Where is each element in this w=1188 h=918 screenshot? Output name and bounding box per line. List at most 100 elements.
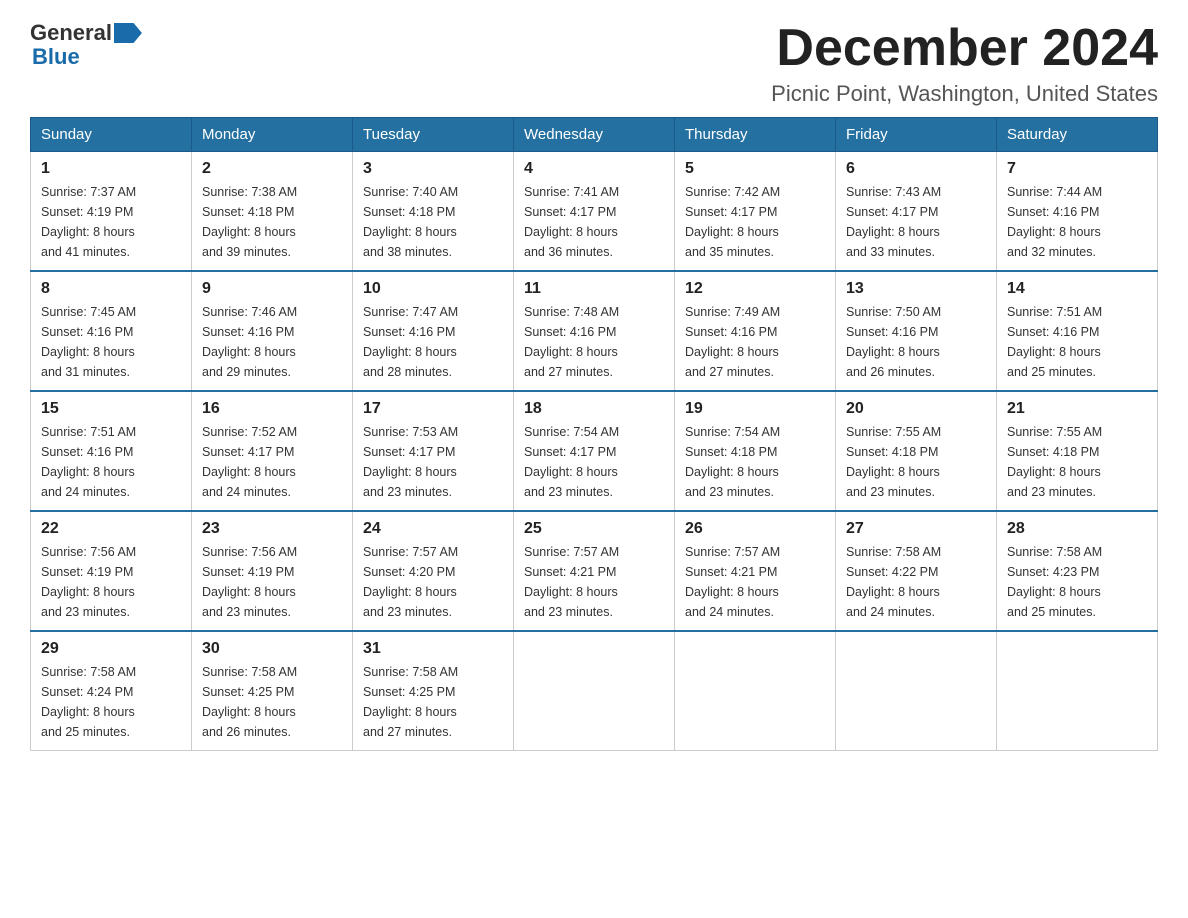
header-tuesday: Tuesday	[353, 118, 514, 152]
day-number: 11	[524, 280, 664, 298]
calendar-header-row: Sunday Monday Tuesday Wednesday Thursday…	[31, 118, 1158, 152]
logo-text: General	[30, 20, 144, 46]
day-number: 25	[524, 520, 664, 538]
table-row: 3 Sunrise: 7:40 AMSunset: 4:18 PMDaylight…	[353, 152, 514, 272]
day-info: Sunrise: 7:47 AMSunset: 4:16 PMDaylight:…	[363, 302, 503, 382]
table-row: 4Sunrise: 7:41 AMSunset: 4:17 PMDaylight…	[514, 152, 675, 272]
day-info: Sunrise: 7:56 AMSunset: 4:19 PMDaylight:…	[202, 542, 342, 622]
day-info: Sunrise: 7:46 AMSunset: 4:16 PMDaylight:…	[202, 302, 342, 382]
day-number: 24	[363, 520, 503, 538]
table-row: 13Sunrise: 7:50 AMSunset: 4:16 PMDayligh…	[836, 271, 997, 391]
table-row: 18Sunrise: 7:54 AMSunset: 4:17 PMDayligh…	[514, 391, 675, 511]
day-info: Sunrise: 7:58 AMSunset: 4:23 PMDaylight:…	[1007, 542, 1147, 622]
day-number: 2	[202, 160, 342, 178]
calendar-week-row: 1Sunrise: 7:37 AMSunset: 4:19 PMDaylight…	[31, 152, 1158, 272]
day-number: 26	[685, 520, 825, 538]
header-thursday: Thursday	[675, 118, 836, 152]
header-monday: Monday	[192, 118, 353, 152]
calendar-week-row: 8Sunrise: 7:45 AMSunset: 4:16 PMDaylight…	[31, 271, 1158, 391]
table-row: 31 Sunrise: 7:58 AMSunset: 4:25 PMDayligh…	[353, 631, 514, 751]
day-number: 7	[1007, 160, 1147, 178]
day-info: Sunrise: 7:38 AMSunset: 4:18 PMDaylight:…	[202, 182, 342, 262]
calendar-week-row: 22 Sunrise: 7:56 AMSunset: 4:19 PMDayligh…	[31, 511, 1158, 631]
day-number: 13	[846, 280, 986, 298]
header-sunday: Sunday	[31, 118, 192, 152]
day-info: Sunrise: 7:55 AMSunset: 4:18 PMDaylight:…	[846, 422, 986, 502]
day-info: Sunrise: 7:40 AMSunset: 4:18 PMDaylight:…	[363, 182, 503, 262]
table-row: 17 Sunrise: 7:53 AMSunset: 4:17 PMDayligh…	[353, 391, 514, 511]
day-info: Sunrise: 7:51 AMSunset: 4:16 PMDaylight:…	[1007, 302, 1147, 382]
logo: General Blue	[30, 20, 144, 70]
day-info: Sunrise: 7:53 AMSunset: 4:17 PMDaylight:…	[363, 422, 503, 502]
table-row: 26 Sunrise: 7:57 AMSunset: 4:21 PMDayligh…	[675, 511, 836, 631]
day-number: 30	[202, 640, 342, 658]
day-number: 18	[524, 400, 664, 418]
calendar-week-row: 29Sunrise: 7:58 AMSunset: 4:24 PMDayligh…	[31, 631, 1158, 751]
header-wednesday: Wednesday	[514, 118, 675, 152]
day-info: Sunrise: 7:49 AMSunset: 4:16 PMDaylight:…	[685, 302, 825, 382]
day-info: Sunrise: 7:43 AMSunset: 4:17 PMDaylight:…	[846, 182, 986, 262]
table-row: 9 Sunrise: 7:46 AMSunset: 4:16 PMDaylight…	[192, 271, 353, 391]
table-row: 16Sunrise: 7:52 AMSunset: 4:17 PMDayligh…	[192, 391, 353, 511]
table-row: 29Sunrise: 7:58 AMSunset: 4:24 PMDayligh…	[31, 631, 192, 751]
day-number: 3	[363, 160, 503, 178]
table-row: 15 Sunrise: 7:51 AMSunset: 4:16 PMDayligh…	[31, 391, 192, 511]
day-number: 27	[846, 520, 986, 538]
table-row	[675, 631, 836, 751]
day-number: 17	[363, 400, 503, 418]
title-area: December 2024 Picnic Point, Washington, …	[771, 20, 1158, 107]
table-row: 30 Sunrise: 7:58 AMSunset: 4:25 PMDayligh…	[192, 631, 353, 751]
table-row: 8Sunrise: 7:45 AMSunset: 4:16 PMDaylight…	[31, 271, 192, 391]
table-row: 21 Sunrise: 7:55 AMSunset: 4:18 PMDayligh…	[997, 391, 1158, 511]
day-info: Sunrise: 7:51 AMSunset: 4:16 PMDaylight:…	[41, 422, 181, 502]
day-info: Sunrise: 7:44 AMSunset: 4:16 PMDaylight:…	[1007, 182, 1147, 262]
day-info: Sunrise: 7:54 AMSunset: 4:18 PMDaylight:…	[685, 422, 825, 502]
table-row: 7 Sunrise: 7:44 AMSunset: 4:16 PMDaylight…	[997, 152, 1158, 272]
table-row: 22 Sunrise: 7:56 AMSunset: 4:19 PMDayligh…	[31, 511, 192, 631]
table-row: 1Sunrise: 7:37 AMSunset: 4:19 PMDaylight…	[31, 152, 192, 272]
day-info: Sunrise: 7:58 AMSunset: 4:25 PMDaylight:…	[202, 662, 342, 742]
day-number: 19	[685, 400, 825, 418]
day-info: Sunrise: 7:52 AMSunset: 4:17 PMDaylight:…	[202, 422, 342, 502]
day-info: Sunrise: 7:55 AMSunset: 4:18 PMDaylight:…	[1007, 422, 1147, 502]
day-number: 21	[1007, 400, 1147, 418]
day-info: Sunrise: 7:42 AMSunset: 4:17 PMDaylight:…	[685, 182, 825, 262]
logo-general: General	[30, 20, 112, 46]
day-info: Sunrise: 7:48 AMSunset: 4:16 PMDaylight:…	[524, 302, 664, 382]
day-info: Sunrise: 7:45 AMSunset: 4:16 PMDaylight:…	[41, 302, 181, 382]
day-number: 6	[846, 160, 986, 178]
day-number: 31	[363, 640, 503, 658]
day-number: 9	[202, 280, 342, 298]
day-number: 5	[685, 160, 825, 178]
day-number: 10	[363, 280, 503, 298]
day-info: Sunrise: 7:57 AMSunset: 4:21 PMDaylight:…	[685, 542, 825, 622]
table-row: 5 Sunrise: 7:42 AMSunset: 4:17 PMDaylight…	[675, 152, 836, 272]
day-info: Sunrise: 7:58 AMSunset: 4:22 PMDaylight:…	[846, 542, 986, 622]
day-number: 15	[41, 400, 181, 418]
month-title: December 2024	[771, 20, 1158, 77]
table-row: 10 Sunrise: 7:47 AMSunset: 4:16 PMDayligh…	[353, 271, 514, 391]
day-number: 12	[685, 280, 825, 298]
table-row: 11 Sunrise: 7:48 AMSunset: 4:16 PMDayligh…	[514, 271, 675, 391]
location-title: Picnic Point, Washington, United States	[771, 81, 1158, 107]
header-friday: Friday	[836, 118, 997, 152]
table-row	[836, 631, 997, 751]
day-number: 28	[1007, 520, 1147, 538]
calendar-week-row: 15 Sunrise: 7:51 AMSunset: 4:16 PMDayligh…	[31, 391, 1158, 511]
table-row: 24 Sunrise: 7:57 AMSunset: 4:20 PMDayligh…	[353, 511, 514, 631]
table-row: 25Sunrise: 7:57 AMSunset: 4:21 PMDayligh…	[514, 511, 675, 631]
day-number: 20	[846, 400, 986, 418]
day-info: Sunrise: 7:58 AMSunset: 4:25 PMDaylight:…	[363, 662, 503, 742]
header-saturday: Saturday	[997, 118, 1158, 152]
day-number: 4	[524, 160, 664, 178]
page-header: General Blue December 2024 Picnic Point,…	[30, 20, 1158, 107]
day-number: 14	[1007, 280, 1147, 298]
day-info: Sunrise: 7:56 AMSunset: 4:19 PMDaylight:…	[41, 542, 181, 622]
table-row: 20 Sunrise: 7:55 AMSunset: 4:18 PMDayligh…	[836, 391, 997, 511]
day-info: Sunrise: 7:57 AMSunset: 4:20 PMDaylight:…	[363, 542, 503, 622]
logo-blue: Blue	[32, 44, 80, 70]
day-number: 22	[41, 520, 181, 538]
day-number: 29	[41, 640, 181, 658]
table-row: 19 Sunrise: 7:54 AMSunset: 4:18 PMDayligh…	[675, 391, 836, 511]
calendar-table: Sunday Monday Tuesday Wednesday Thursday…	[30, 117, 1158, 751]
